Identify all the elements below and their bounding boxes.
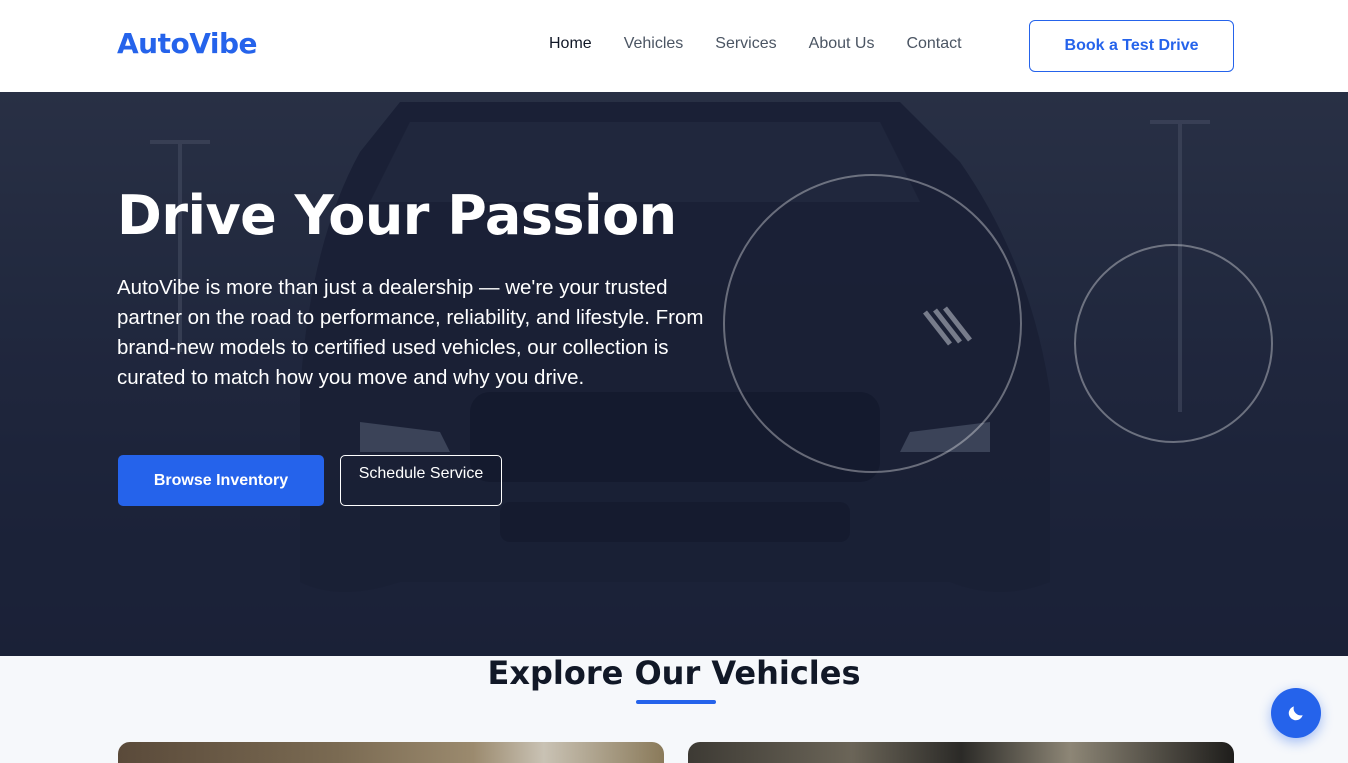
decorative-ring-small [1074, 244, 1273, 443]
book-test-drive-button[interactable]: Book a Test Drive [1029, 20, 1234, 72]
vehicle-card[interactable] [118, 742, 664, 763]
nav-item-contact[interactable]: Contact [906, 35, 961, 53]
browse-inventory-button[interactable]: Browse Inventory [118, 455, 324, 506]
decorative-ring-large [723, 174, 1022, 473]
hero-title: Drive Your Passion [117, 184, 677, 247]
theme-toggle-button[interactable] [1271, 688, 1321, 738]
section-title: Explore Our Vehicles [487, 654, 861, 692]
nav-item-services[interactable]: Services [715, 35, 776, 53]
site-header: AutoVibe Home Vehicles Services About Us… [0, 0, 1348, 92]
main-nav: Home Vehicles Services About Us Contact [549, 35, 994, 53]
nav-item-home[interactable]: Home [549, 35, 592, 53]
moon-icon [1288, 706, 1303, 721]
section-title-underline [636, 700, 716, 704]
nav-item-vehicles[interactable]: Vehicles [624, 35, 684, 53]
vehicle-card[interactable] [688, 742, 1234, 763]
hero-description: AutoVibe is more than just a dealership … [117, 276, 704, 389]
logo[interactable]: AutoVibe [117, 27, 258, 60]
nav-item-about[interactable]: About Us [809, 35, 875, 53]
schedule-service-button[interactable]: Schedule Service [340, 455, 502, 506]
hero-section: Drive Your Passion AutoVibe is more than… [0, 92, 1348, 656]
